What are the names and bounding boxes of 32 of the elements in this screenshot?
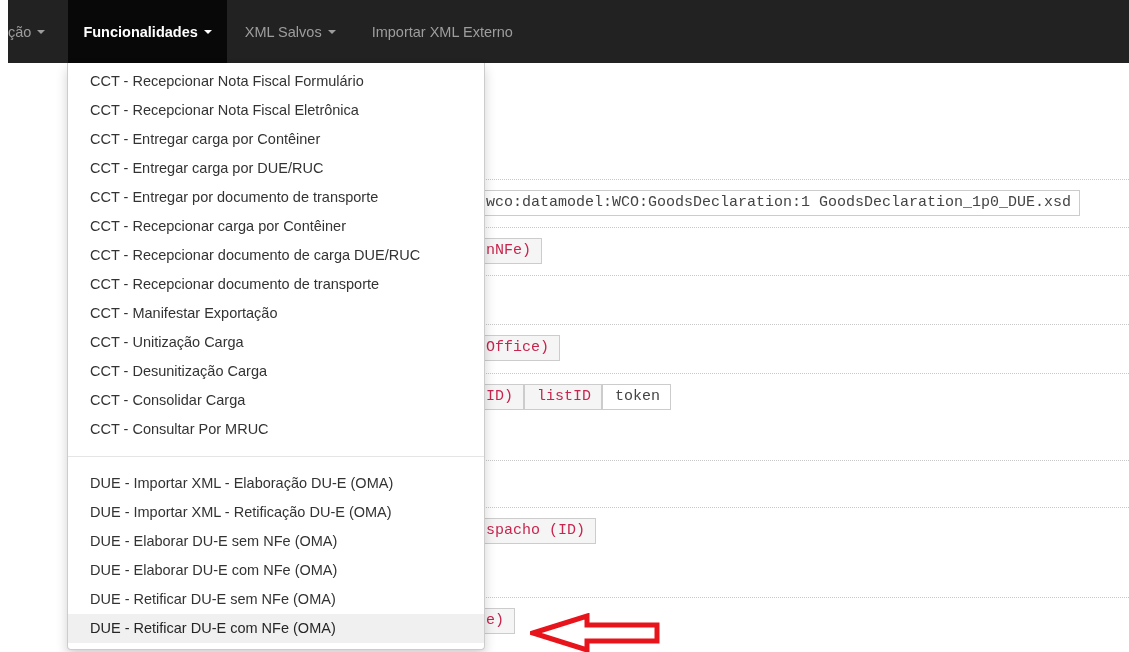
code-label: ID) — [484, 384, 524, 410]
menu-item[interactable]: DUE - Importar XML - Elaboração DU-E (OMA) — [68, 469, 484, 498]
arrow-icon — [530, 613, 662, 652]
code-label: listID — [524, 384, 603, 410]
menu-item[interactable]: CCT - Desunitização Carga — [68, 357, 484, 386]
code-label: spacho (ID) — [484, 518, 597, 544]
menu-item[interactable]: DUE - Elaborar DU-E com NFe (OMA) — [68, 556, 484, 585]
menu-item[interactable]: CCT - Recepcionar Nota Fiscal Formulário — [68, 67, 484, 96]
menu-item[interactable]: CCT - Entregar carga por DUE/RUC — [68, 154, 484, 183]
menu-item[interactable]: CCT - Recepcionar carga por Contêiner — [68, 212, 484, 241]
menu-item[interactable]: CCT - Recepcionar documento de transporte — [68, 270, 484, 299]
menu-item[interactable]: DUE - Importar XML - Retificação DU-E (OMA) — [68, 498, 484, 527]
menu-item[interactable]: CCT - Entregar por documento de transporte — [68, 183, 484, 212]
menu-item[interactable]: CCT - Recepcionar Nota Fiscal Eletrônica — [68, 96, 484, 125]
menu-item[interactable]: CCT - Entregar carga por Contêiner — [68, 125, 484, 154]
code-label: nNFe) — [484, 238, 542, 264]
menu-item[interactable]: CCT - Consultar Por MRUC — [68, 415, 484, 444]
nav-item[interactable]: Importar XML Externo — [353, 0, 531, 63]
menu-item[interactable]: DUE - Retificar DU-E com NFe (OMA) — [68, 614, 484, 643]
menu-item[interactable]: CCT - Manifestar Exportação — [68, 299, 484, 328]
menu-item[interactable]: DUE - Retificar DU-E sem NFe (OMA) — [68, 585, 484, 614]
menu-item[interactable]: CCT - Recepcionar documento de carga DUE/RUC — [68, 241, 484, 270]
code-text: wco:datamodel:WCO:GoodsDeclaration:1 GoodsDeclaration_1p0_DUE.xsd — [484, 190, 1081, 216]
menu-item[interactable]: DUE - Elaborar DU-E sem NFe (OMA) — [68, 527, 484, 556]
nav-item[interactable]: XML Salvos — [226, 0, 354, 63]
code-label: e) — [484, 608, 515, 634]
code-text: token — [602, 384, 672, 410]
nav-item[interactable]: ção — [8, 0, 69, 63]
menu-item[interactable]: CCT - Consolidar Carga — [68, 386, 484, 415]
menu-item[interactable]: CCT - Unitização Carga — [68, 328, 484, 357]
nav-item[interactable]: Funcionalidades — [68, 0, 227, 63]
code-label: Office) — [484, 335, 560, 361]
